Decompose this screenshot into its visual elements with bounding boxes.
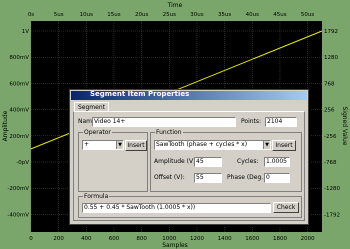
y-tick-label: 400mV xyxy=(9,108,29,114)
y-tick-label: -400mV xyxy=(7,212,29,218)
amplitude-label: Amplitude (V): xyxy=(154,158,198,165)
dialog-titlebar[interactable]: Segment Item Properties xyxy=(71,90,307,100)
operator-group: Operator + ▼ Insert xyxy=(78,129,148,192)
x-tick-label: 1600 xyxy=(245,236,259,242)
top-tick-label: 35us xyxy=(218,12,231,18)
top-tick-label: 5us xyxy=(54,12,64,18)
y-tick-label: -0pV xyxy=(16,160,29,166)
y-tick-label: 1V xyxy=(22,29,29,35)
top-tick-label: 20us xyxy=(135,12,148,18)
top-tick-label: 30us xyxy=(190,12,203,18)
dialog-title: Segment Item Properties xyxy=(90,90,190,98)
top-tick-label: 10us xyxy=(80,12,93,18)
function-insert-button[interactable]: Insert xyxy=(272,140,296,151)
chevron-down-icon[interactable]: ▼ xyxy=(116,141,123,149)
y-tick-label: 600mV xyxy=(9,81,29,87)
x-tick-label: 400 xyxy=(81,236,92,242)
function-group: Function SawTooth (phase + cycles * x) ▼… xyxy=(150,129,302,192)
function-value: SawTooth (phase + cycles * x) xyxy=(156,141,248,148)
chart-title: Time xyxy=(167,2,183,9)
cycles-field[interactable]: 1.0005 xyxy=(264,157,290,167)
y2-tick-label: 768 xyxy=(324,81,335,87)
x-tick-label: 1800 xyxy=(273,236,287,242)
operator-value: + xyxy=(84,141,90,148)
y2-tick-label: -1280 xyxy=(324,186,340,192)
formula-group-title: Formula xyxy=(83,193,110,200)
segment-panel: Name: Video 14+ Points: 2104 Operator + … xyxy=(73,111,305,221)
x-tick-label: 200 xyxy=(53,236,64,242)
y2-tick-label: 1280 xyxy=(324,55,338,61)
y2-tick-label: -256 xyxy=(324,134,337,140)
y2-tick-label: -768 xyxy=(324,160,337,166)
x-tick-label: 2000 xyxy=(301,236,315,242)
y2-tick-label: -1792 xyxy=(324,212,340,218)
formula-group: Formula 0.55 + 0.45 * SawTooth (1.0005 *… xyxy=(78,193,302,218)
x-tick-label: 1400 xyxy=(218,236,232,242)
phase-field[interactable]: 0 xyxy=(264,173,290,183)
chevron-down-icon[interactable]: ▼ xyxy=(263,141,270,149)
points-label: Points: xyxy=(241,118,262,125)
x-axis-label: Samples xyxy=(162,242,188,249)
phase-label: Phase (Deg.): xyxy=(227,174,268,181)
name-field[interactable]: Video 14+ xyxy=(92,117,236,127)
formula-field[interactable]: 0.55 + 0.45 * SawTooth (1.0005 * x)) xyxy=(82,203,271,213)
offset-label: Offset (V): xyxy=(154,174,185,181)
cycles-label: Cycles: xyxy=(237,158,259,165)
top-tick-label: 25us xyxy=(163,12,176,18)
y2-tick-label: 1792 xyxy=(324,29,338,35)
top-tick-label: 15us xyxy=(107,12,120,18)
operator-select[interactable]: + ▼ xyxy=(82,140,124,150)
check-button[interactable]: Check xyxy=(273,202,299,213)
segment-item-properties-dialog: Segment Item Properties Segment Name: Vi… xyxy=(69,89,309,225)
y-tick-label: 800mV xyxy=(9,55,29,61)
y-axis-label: Amplitude xyxy=(2,110,9,141)
y2-tick-label: 256 xyxy=(324,108,335,114)
function-select[interactable]: SawTooth (phase + cycles * x) ▼ xyxy=(154,140,271,150)
x-tick-label: 1200 xyxy=(190,236,204,242)
offset-field[interactable]: 55 xyxy=(194,173,222,183)
operator-group-title: Operator xyxy=(83,129,112,136)
operator-insert-button[interactable]: Insert xyxy=(125,140,147,151)
top-tick-label: 0s xyxy=(28,12,34,18)
x-tick-label: 800 xyxy=(136,236,147,242)
y-tick-label: -200mV xyxy=(7,186,29,192)
top-tick-label: 45us xyxy=(273,12,286,18)
amplitude-field[interactable]: 45 xyxy=(194,157,222,167)
x-tick-label: 0 xyxy=(29,236,33,242)
y2-axis-label: Signed Value xyxy=(341,107,348,146)
function-group-title: Function xyxy=(155,129,183,136)
top-tick-label: 50us xyxy=(301,12,314,18)
points-field[interactable]: 2104 xyxy=(265,117,297,127)
x-tick-label: 600 xyxy=(109,236,120,242)
top-tick-label: 40us xyxy=(246,12,259,18)
y-tick-label: 200mV xyxy=(9,134,29,140)
